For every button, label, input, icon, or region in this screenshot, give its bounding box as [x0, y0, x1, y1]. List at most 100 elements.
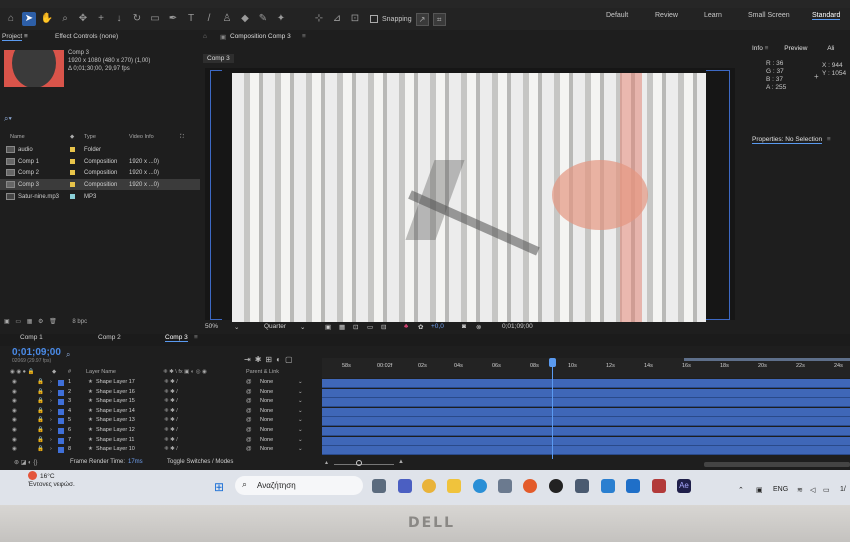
- panel-menu-icon[interactable]: ≡: [302, 33, 306, 40]
- label-swatch[interactable]: [58, 437, 64, 444]
- file-explorer-icon[interactable]: [447, 479, 461, 493]
- col-num[interactable]: #: [68, 369, 71, 375]
- chevron-right-icon[interactable]: ›: [50, 389, 52, 395]
- layer-duration-bar[interactable]: [322, 398, 850, 408]
- chevron-right-icon[interactable]: ›: [50, 398, 52, 404]
- chevron-down-icon[interactable]: ⌄: [298, 398, 303, 404]
- language-indicator[interactable]: ENG: [773, 486, 788, 493]
- label-swatch[interactable]: [58, 399, 64, 406]
- parent-select[interactable]: None: [260, 437, 273, 443]
- zoom-out-icon[interactable]: ▴: [325, 459, 328, 466]
- rectangle-tool-icon[interactable]: ▭: [148, 12, 162, 26]
- layer-row[interactable]: ◉ 🔒 › 8 ★ Shape Layer 10 ⁜ ✱ / @ None ⌄: [0, 446, 320, 456]
- roto-brush-icon[interactable]: ✎: [256, 12, 270, 26]
- tab-info[interactable]: Info: [752, 45, 763, 52]
- after-effects-icon[interactable]: Ae: [677, 479, 691, 493]
- hand-tool-icon[interactable]: ✋: [40, 12, 54, 26]
- snapshot-region-icon[interactable]: ▣: [325, 323, 331, 331]
- layer-row[interactable]: ◉ 🔒 › 3 ★ Shape Layer 15 ⁜ ✱ / @ None ⌄: [0, 398, 320, 408]
- taskbar-search[interactable]: Αναζήτηση: [235, 476, 363, 495]
- zoom-select[interactable]: 50%: [205, 323, 218, 330]
- layer-switches[interactable]: ⁜ ✱ /: [164, 389, 178, 395]
- label-swatch[interactable]: [58, 389, 64, 396]
- label-swatch[interactable]: [58, 408, 64, 415]
- tab-comp-1[interactable]: Comp 1: [20, 334, 43, 341]
- footer-toggle-icons[interactable]: ⊛ ◪ ◐ {}: [14, 459, 37, 466]
- bit-depth[interactable]: 8 bpc: [72, 319, 87, 325]
- eye-icon[interactable]: ◉: [12, 417, 17, 423]
- type-tool-icon[interactable]: T: [184, 12, 198, 26]
- parent-select[interactable]: None: [260, 398, 273, 404]
- layer-row[interactable]: ◉ 🔒 › 2 ★ Shape Layer 16 ⁜ ✱ / @ None ⌄: [0, 389, 320, 399]
- playhead-handle[interactable]: [549, 358, 556, 367]
- workspace-default[interactable]: Default: [606, 12, 628, 19]
- viewer-timecode[interactable]: 0;01;09;00: [502, 323, 533, 330]
- workspace-standard[interactable]: Standard: [812, 12, 841, 20]
- mail-icon[interactable]: [601, 479, 615, 493]
- layer-name[interactable]: Shape Layer 10: [96, 446, 135, 452]
- lock-icon[interactable]: ⌂: [203, 33, 207, 40]
- panel-menu-icon[interactable]: ≡: [827, 136, 831, 143]
- brush-tool-icon[interactable]: /: [202, 12, 216, 26]
- layer-name[interactable]: Shape Layer 15: [96, 398, 135, 404]
- puppet-pin-icon[interactable]: ✦: [274, 12, 288, 26]
- tray-app-icon[interactable]: ▣: [756, 486, 763, 494]
- channel-icon[interactable]: ⊟: [381, 323, 386, 331]
- axis-world-icon[interactable]: ⊿: [330, 12, 344, 26]
- project-item[interactable]: Comp 1 Composition 1920 x ...0): [0, 156, 200, 167]
- pickwhip-icon[interactable]: @: [246, 437, 252, 443]
- exposure-reset-icon[interactable]: ✿: [418, 323, 423, 331]
- layer-row[interactable]: ◉ 🔒 › 6 ★ Shape Layer 12 ⁜ ✱ / @ None ⌄: [0, 427, 320, 437]
- edge-icon[interactable]: [473, 479, 487, 493]
- snapping-checkbox[interactable]: [370, 15, 378, 23]
- selection-tool-icon[interactable]: ➤: [22, 12, 36, 26]
- eye-icon[interactable]: ◉: [12, 389, 17, 395]
- snap-features-icon[interactable]: ⌗: [432, 12, 446, 26]
- tab-project[interactable]: Project ≡: [2, 33, 28, 45]
- interpret-footage-icon[interactable]: ▣: [4, 319, 10, 325]
- acrobat-icon[interactable]: [652, 479, 666, 493]
- chevron-down-icon[interactable]: ⌄: [298, 379, 303, 385]
- layer-switches[interactable]: ⁜ ✱ /: [164, 417, 178, 423]
- comp-navigator-tab[interactable]: Comp 3: [203, 54, 234, 63]
- layer-switches[interactable]: ⁜ ✱ /: [164, 398, 178, 404]
- current-time[interactable]: 0;01;09;00: [12, 347, 61, 358]
- layer-duration-bar[interactable]: [322, 379, 850, 388]
- layer-duration-bar[interactable]: [322, 417, 850, 427]
- clock[interactable]: 1/: [840, 486, 846, 493]
- workspace-small-screen[interactable]: Small Screen: [748, 12, 790, 19]
- timeline-switches[interactable]: ⇥✱⊞◐▢: [244, 355, 297, 364]
- label-swatch[interactable]: [58, 380, 64, 386]
- col-type[interactable]: Type: [84, 134, 96, 140]
- parent-select[interactable]: None: [260, 446, 273, 452]
- panel-menu-icon[interactable]: ≡: [194, 334, 198, 341]
- transparency-grid-icon[interactable]: ▦: [339, 323, 345, 331]
- guides-icon[interactable]: ▭: [367, 323, 373, 331]
- eye-icon[interactable]: ◉: [12, 379, 17, 385]
- label-swatch[interactable]: [58, 418, 64, 425]
- col-name[interactable]: Name: [10, 134, 25, 140]
- panel-menu-icon[interactable]: ≡: [765, 45, 771, 52]
- chevron-down-icon[interactable]: ⌄: [298, 446, 303, 452]
- battery-icon[interactable]: ▭: [823, 486, 830, 494]
- new-comp-icon[interactable]: ▦: [27, 319, 33, 325]
- label-col-icon[interactable]: ◆: [70, 134, 74, 140]
- zoom-slider[interactable]: [334, 464, 394, 465]
- lock-icon[interactable]: 🔒: [37, 437, 44, 443]
- parent-select[interactable]: None: [260, 389, 273, 395]
- layer-name[interactable]: Shape Layer 16: [96, 389, 135, 395]
- exposure-value[interactable]: +0,0: [431, 323, 444, 330]
- eye-icon[interactable]: ◉: [12, 427, 17, 433]
- pickwhip-icon[interactable]: @: [246, 446, 252, 452]
- pickwhip-icon[interactable]: @: [246, 389, 252, 395]
- outlook-icon[interactable]: [626, 479, 640, 493]
- chevron-down-icon[interactable]: ⌄: [234, 323, 239, 331]
- color-management-icon[interactable]: ♣: [404, 323, 408, 330]
- col-layer-name[interactable]: Layer Name: [86, 369, 116, 375]
- toggle-switches-modes[interactable]: Toggle Switches / Modes: [167, 459, 233, 465]
- mask-visibility-icon[interactable]: ⊡: [353, 323, 358, 331]
- tab-effect-controls[interactable]: Effect Controls (none): [55, 33, 118, 45]
- label-swatch[interactable]: [58, 447, 64, 454]
- label-col-icon[interactable]: ◆: [52, 369, 56, 375]
- chevron-right-icon[interactable]: ›: [50, 446, 52, 452]
